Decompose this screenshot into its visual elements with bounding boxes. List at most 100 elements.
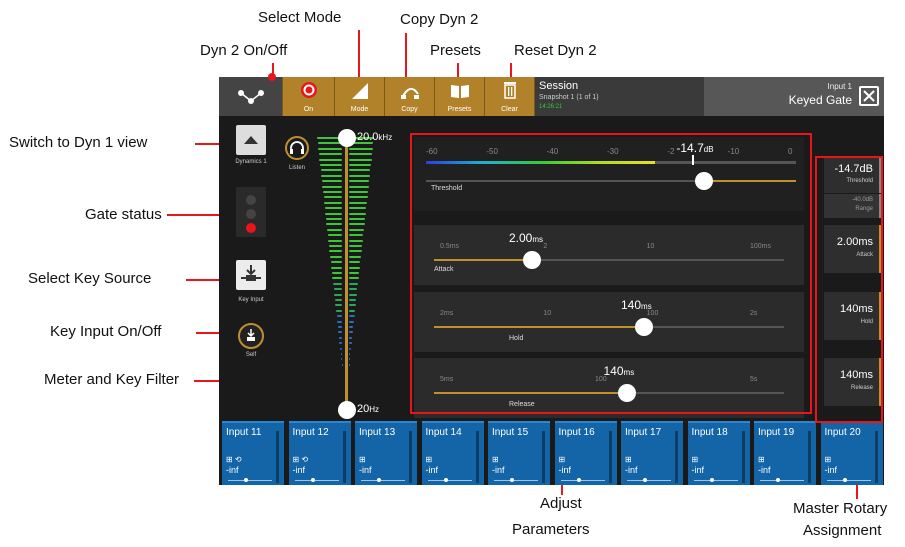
listen-button[interactable] — [285, 136, 309, 160]
meter-bar-right — [349, 326, 354, 328]
meter-bar-left — [330, 255, 342, 258]
annotation-master-1: Master Rotary — [793, 500, 888, 517]
channel-strip[interactable]: Input 16 ⊞ -inf — [554, 421, 617, 485]
strip-meter — [276, 431, 279, 483]
routing-button[interactable] — [219, 77, 283, 116]
on-label: On — [303, 106, 314, 113]
strip-meter — [675, 431, 678, 483]
strip-name: Input 16 — [558, 427, 595, 438]
strip-meter — [542, 431, 545, 483]
dyn2-on-button[interactable]: On — [283, 77, 335, 116]
meter-bar-right — [349, 169, 371, 172]
meter-bar-left — [328, 239, 342, 242]
strip-level: -inf — [359, 465, 372, 475]
strip-fader-knob[interactable] — [576, 478, 581, 482]
gate-led-red — [246, 223, 256, 233]
hi-filter-knob[interactable] — [338, 129, 356, 147]
annotation-select-mode: Select Mode — [258, 9, 342, 26]
strip-fader-knob[interactable] — [443, 478, 448, 482]
copy-icon — [400, 87, 419, 99]
key-input-label: Key Input — [238, 297, 264, 303]
key-source-button[interactable] — [236, 260, 266, 290]
strip-name: Input 18 — [691, 427, 728, 438]
key-self-button[interactable] — [238, 323, 264, 349]
meter-bar-right — [349, 299, 357, 301]
clear-label: Clear — [501, 106, 518, 113]
annotation-adjust-2: Parameters — [512, 521, 590, 538]
lo-filter-number: 20 — [357, 403, 370, 415]
meter-bar-right — [349, 223, 365, 226]
meter-bar-left — [329, 250, 342, 253]
channel-strip[interactable]: Input 19 ⊞ -inf — [754, 421, 816, 485]
meter-bar-left — [328, 245, 342, 247]
meter-bar-left — [336, 315, 342, 318]
key-input-icon — [241, 265, 261, 281]
meter-bar-left — [319, 164, 342, 166]
meter-bar-right — [349, 261, 361, 264]
meter-bar-right — [349, 353, 351, 355]
lo-filter-value: 20Hz — [357, 403, 379, 415]
dyn1-view-button[interactable] — [236, 125, 266, 155]
channel-strip[interactable]: Input 18 ⊞ -inf — [687, 421, 750, 485]
headphones-icon — [290, 141, 304, 154]
strip-fader-track — [294, 480, 339, 481]
meter-bar-left — [319, 158, 342, 161]
meter-bar-left — [335, 304, 342, 307]
annotation-dot-on — [268, 73, 276, 81]
channel-strip[interactable]: Input 14 ⊞ -inf — [421, 421, 484, 485]
filter-rail — [345, 138, 348, 410]
key-self-icon — [247, 329, 255, 341]
strip-level: -inf — [226, 465, 239, 475]
annotation-gate-status: Gate status — [85, 206, 162, 223]
meter-bar-right — [349, 272, 360, 274]
strip-status-icon: ⊞ ⟲ — [226, 455, 242, 464]
meter-bar-left — [327, 234, 342, 237]
gate-led-off — [246, 195, 256, 205]
hi-filter-value: 20.0kHz — [357, 131, 392, 143]
adjust-parameters-box — [410, 133, 812, 414]
annotation-switch-dyn1: Switch to Dyn 1 view — [9, 134, 148, 151]
meter-bar-left — [331, 272, 342, 274]
strip-fader-track — [361, 480, 405, 481]
channel-strip[interactable]: Input 17 ⊞ -inf — [621, 421, 683, 485]
mode-button[interactable]: Mode — [335, 77, 385, 116]
strip-level: -inf — [492, 465, 505, 475]
strip-fader-knob[interactable] — [643, 478, 647, 482]
channel-strip[interactable]: Input 11 ⊞ ⟲ -inf — [222, 421, 284, 485]
annotation-reset-dyn2: Reset Dyn 2 — [514, 42, 597, 59]
strip-fader-knob[interactable] — [377, 478, 381, 482]
strip-status-icon: ⊞ — [824, 455, 832, 464]
channel-strip[interactable]: Input 13 ⊞ -inf — [355, 421, 417, 485]
channel-strip[interactable]: Input 15 ⊞ -inf — [488, 421, 550, 485]
meter-bar-right — [349, 293, 357, 296]
strip-fader-knob[interactable] — [510, 478, 514, 482]
listen-label: Listen — [288, 165, 305, 171]
annotation-line — [405, 33, 407, 78]
close-icon — [863, 90, 875, 102]
strip-level: -inf — [691, 465, 705, 475]
meter-bar-right — [349, 315, 355, 318]
presets-button[interactable]: Presets — [435, 77, 485, 116]
strip-name: Input 14 — [425, 427, 462, 438]
self-label: Self — [245, 352, 257, 358]
meter-bar-left — [340, 353, 342, 355]
clear-button[interactable]: Clear — [485, 77, 535, 116]
lo-filter-knob[interactable] — [338, 401, 356, 419]
meter-bar-right — [349, 320, 354, 323]
meter-bar-left — [332, 277, 342, 280]
channel-strip[interactable]: Input 12 ⊞ ⟲ -inf — [288, 421, 351, 485]
strip-fader-knob[interactable] — [310, 478, 315, 482]
meter-bar-left — [335, 309, 342, 312]
meter-bar-left — [318, 147, 342, 150]
hi-filter-number: 20.0 — [357, 131, 379, 143]
strip-fader-knob[interactable] — [776, 478, 780, 482]
copy-button[interactable]: Copy — [385, 77, 435, 116]
master-rotary-box — [815, 156, 883, 423]
meter-bar-right — [349, 201, 367, 204]
strip-name: Input 13 — [359, 427, 396, 438]
close-button[interactable] — [859, 86, 879, 106]
strip-fader-knob[interactable] — [244, 478, 248, 482]
strip-fader-knob[interactable] — [842, 478, 847, 482]
strip-fader-knob[interactable] — [709, 478, 714, 482]
channel-strip[interactable]: Input 20 ⊞ -inf — [820, 421, 883, 485]
